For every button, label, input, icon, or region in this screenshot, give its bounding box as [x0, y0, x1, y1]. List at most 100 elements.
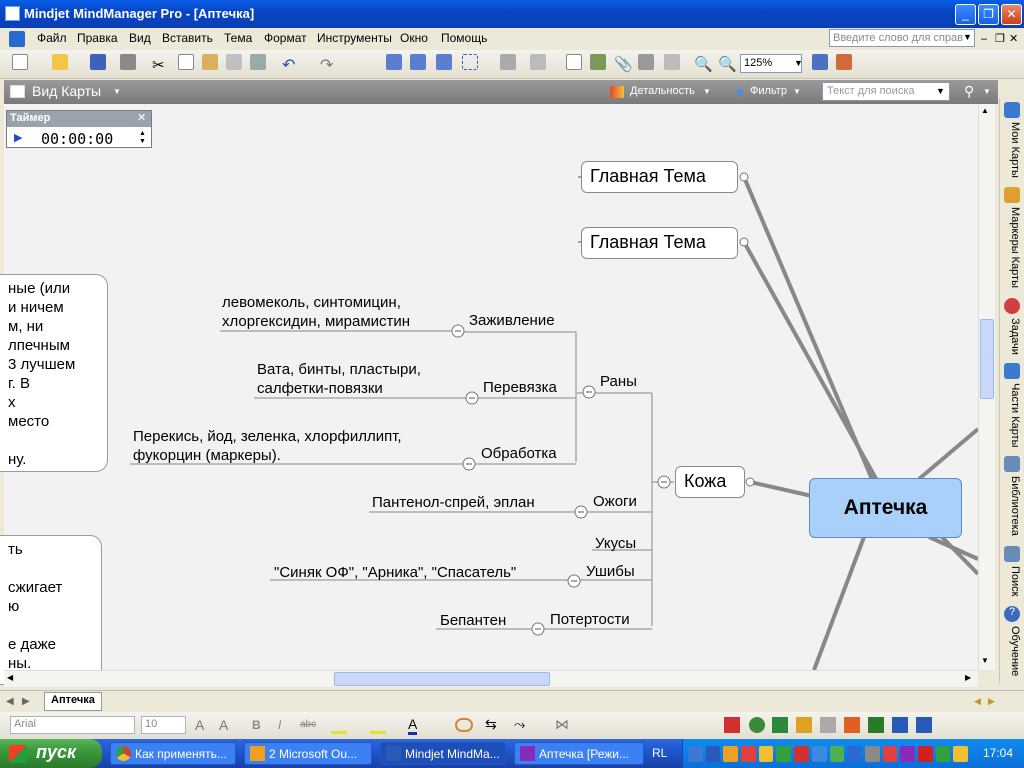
central-topic[interactable]: Аптечка: [809, 478, 962, 538]
tray-icon[interactable]: [688, 746, 703, 762]
image-icon[interactable]: [590, 54, 606, 70]
subtopic-ukusy[interactable]: Укусы: [595, 535, 636, 552]
note-zazhivlenie[interactable]: левомеколь, синтомицин, хлоргексидин, ми…: [222, 293, 410, 331]
tab-search[interactable]: Поиск: [1003, 566, 1021, 596]
tray-icon[interactable]: [758, 746, 774, 762]
main-topic-2[interactable]: Главная Тема: [581, 227, 738, 259]
tray-icon[interactable]: [847, 746, 862, 762]
timer-play-icon[interactable]: ▶: [14, 131, 22, 144]
tray-icon[interactable]: [882, 746, 898, 762]
subtopic-rany[interactable]: Раны: [600, 373, 637, 390]
powerpoint-export-icon[interactable]: [844, 717, 860, 733]
tray-icon[interactable]: [741, 746, 756, 762]
shrink-font-icon[interactable]: A: [219, 717, 228, 733]
tab-scroll-left-icon[interactable]: ◀: [6, 696, 14, 707]
subtopic-ushiby[interactable]: Ушибы: [586, 563, 635, 580]
onenote-export-icon[interactable]: [820, 717, 836, 733]
tray-icon[interactable]: [811, 746, 827, 762]
highlight-icon[interactable]: [331, 718, 347, 734]
menu-topic[interactable]: Тема: [224, 31, 252, 45]
learning-help-icon[interactable]: ?: [1004, 606, 1020, 622]
save-icon[interactable]: [90, 54, 106, 70]
tray-icon[interactable]: [723, 746, 739, 762]
horizontal-scrollbar[interactable]: ◀ ▶: [4, 670, 978, 687]
paste-icon[interactable]: [202, 54, 218, 70]
scroll-down-icon[interactable]: ▼: [981, 656, 989, 665]
attachment-icon[interactable]: 📎: [614, 55, 634, 75]
find-binoculars-icon[interactable]: ⚲: [964, 83, 974, 100]
doc-restore-icon[interactable]: ❐: [995, 32, 1005, 45]
timer-value[interactable]: 00:00:00: [41, 130, 113, 148]
my-maps-icon[interactable]: [1004, 102, 1020, 118]
library-icon[interactable]: [1004, 456, 1020, 472]
menu-insert[interactable]: Вставить: [162, 31, 213, 45]
language-indicator[interactable]: RL: [652, 746, 667, 760]
close-button[interactable]: ✕: [1001, 4, 1022, 25]
outlook-export-icon[interactable]: [796, 717, 812, 733]
tab-map-markers[interactable]: Маркеры Карты: [1003, 207, 1021, 288]
doc-close-icon[interactable]: ✕: [1009, 32, 1018, 45]
connector-style-icon[interactable]: ⤳: [514, 716, 525, 733]
document-icon[interactable]: [9, 31, 25, 47]
document-tab-aptechka[interactable]: Аптечка: [44, 692, 102, 711]
markers-icon[interactable]: [664, 54, 680, 70]
subtopic-perevyazka[interactable]: Перевязка: [483, 379, 557, 396]
floating-topic-icon[interactable]: [530, 54, 546, 70]
tab-map-parts[interactable]: Части Карты: [1003, 383, 1021, 448]
doc-minimize-icon[interactable]: –: [981, 33, 987, 45]
menu-tools[interactable]: Инструменты: [317, 31, 392, 45]
new-map-icon[interactable]: [12, 54, 28, 70]
timer-spin-icon[interactable]: ▲ ▼: [139, 130, 146, 146]
strikethrough-icon[interactable]: abc: [300, 719, 316, 730]
menu-view[interactable]: Вид: [129, 31, 151, 45]
italic-icon[interactable]: I: [278, 718, 281, 732]
fill-color-icon[interactable]: [370, 718, 386, 734]
detail-dropdown-icon[interactable]: ▼: [703, 87, 711, 96]
menu-edit[interactable]: Правка: [77, 31, 118, 45]
font-size-select[interactable]: 10: [141, 716, 186, 734]
pane-left-icon[interactable]: ◀: [974, 696, 981, 707]
subtopic-potertosti[interactable]: Потертости: [550, 611, 630, 628]
view-dropdown-icon[interactable]: ▼: [113, 87, 121, 96]
tasks-icon[interactable]: [1004, 298, 1020, 314]
tray-icon[interactable]: [900, 746, 915, 762]
subtopic-obrabotka[interactable]: Обработка: [481, 445, 557, 462]
note-ozhogi[interactable]: Пантенол-спрей, эплан: [372, 493, 535, 512]
zoom-out-icon[interactable]: 🔍: [718, 55, 738, 75]
redo-icon[interactable]: ↷: [320, 55, 340, 75]
notes-icon[interactable]: [566, 54, 582, 70]
note-perevyazka[interactable]: Вата, бинты, пластыри, салфетки-повязки: [257, 360, 421, 398]
horizontal-scroll-thumb[interactable]: [334, 672, 550, 686]
minimize-button[interactable]: _: [955, 4, 976, 25]
search-dropdown-icon[interactable]: ▼: [936, 86, 945, 96]
tray-icon[interactable]: [953, 746, 968, 762]
note-obrabotka[interactable]: Перекись, йод, зеленка, хлорфиллипт, фук…: [133, 427, 402, 465]
project-export-icon[interactable]: [868, 717, 884, 733]
print-icon[interactable]: [120, 54, 136, 70]
map-parts-icon[interactable]: [1004, 363, 1020, 379]
vertical-scroll-thumb[interactable]: [980, 319, 994, 399]
boundary-icon[interactable]: [462, 54, 478, 70]
spell-check-icon[interactable]: [250, 54, 266, 70]
word-export-icon[interactable]: [916, 717, 932, 733]
relationship-icon[interactable]: [500, 54, 516, 70]
line-style-icon[interactable]: ⇆: [485, 716, 497, 733]
note-potertosti[interactable]: Бепантен: [440, 611, 506, 630]
tray-icon[interactable]: [935, 746, 951, 762]
menu-help[interactable]: Помощь: [441, 31, 487, 45]
open-icon[interactable]: [52, 54, 68, 70]
map-search-input[interactable]: Текст для поиска: [822, 82, 950, 101]
fit-map-icon[interactable]: [812, 54, 828, 70]
main-topic-1[interactable]: Главная Тема: [581, 161, 738, 193]
menu-window[interactable]: Окно: [400, 31, 428, 45]
text-box-2[interactable]: ть сжигает ю е даже ны.: [0, 535, 102, 685]
clock[interactable]: 17:04: [983, 746, 1013, 760]
web-export-icon[interactable]: [749, 717, 765, 733]
zoom-in-icon[interactable]: 🔍: [694, 55, 714, 75]
topic-kozha[interactable]: Кожа: [675, 466, 745, 498]
app-icon[interactable]: [5, 6, 20, 21]
detail-menu[interactable]: Детальность: [630, 85, 695, 97]
scroll-right-icon[interactable]: ▶: [965, 673, 971, 682]
filter-dropdown-icon[interactable]: ▼: [793, 87, 801, 96]
hyperlink-icon[interactable]: [638, 54, 654, 70]
